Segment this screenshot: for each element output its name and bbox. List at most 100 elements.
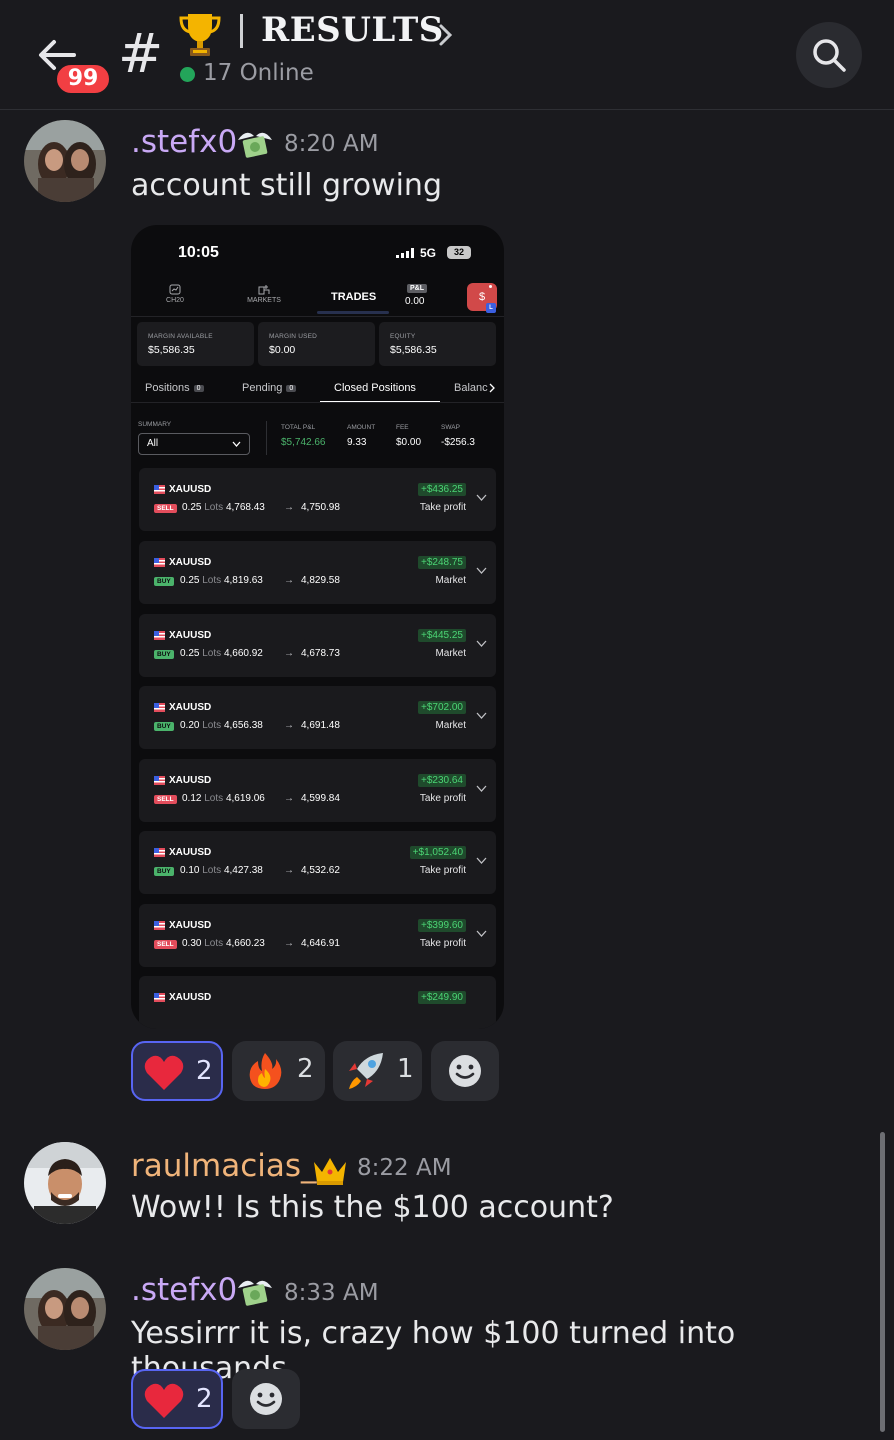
chevron-right-icon[interactable]	[489, 383, 496, 393]
scrollbar[interactable]	[880, 1132, 885, 1432]
trade-side-badge: SELL	[154, 504, 177, 513]
tab-trades[interactable]: TRADES	[331, 291, 376, 303]
amount-value: 9.33	[347, 437, 367, 448]
avatar[interactable]	[24, 1268, 106, 1350]
arrow-right-icon: →	[284, 502, 294, 513]
lots-unit: Lots	[202, 575, 222, 586]
trade-row[interactable]: XAUUSD BUY 0.25 Lots 4,819.63 → 4,829.58…	[139, 541, 496, 604]
chevron-down-icon	[232, 441, 241, 447]
trade-pl: +$436.25	[418, 483, 466, 496]
search-button[interactable]	[796, 22, 862, 88]
reaction-heart[interactable]: 2	[131, 1369, 223, 1429]
arrow-right-icon: →	[284, 648, 294, 659]
battery-level: 32	[447, 246, 471, 259]
message-timestamp: 8:20 AM	[284, 131, 379, 157]
close-reason: Take profit	[419, 502, 466, 513]
trade-row[interactable]: XAUUSD SELL 0.30 Lots 4,660.23 → 4,646.9…	[139, 904, 496, 967]
trade-symbol: XAUUSD	[169, 702, 212, 713]
trade-row[interactable]: XAUUSD BUY 0.10 Lots 4,427.38 → 4,532.62…	[139, 831, 496, 894]
trade-pl: +$399.60	[418, 919, 466, 932]
metric-label: EQUITY	[390, 333, 416, 340]
reaction-fire[interactable]: 2	[232, 1041, 325, 1101]
channel-title[interactable]: RESULTS	[261, 10, 444, 50]
tab-ch20[interactable]: CH20	[164, 284, 186, 304]
money-wings-icon	[238, 132, 272, 158]
subtab-balance[interactable]: Balanc	[454, 382, 488, 394]
heart-icon	[144, 1383, 184, 1418]
us-flag-icon	[154, 993, 165, 1002]
avatar[interactable]	[24, 1142, 106, 1224]
lots-unit: Lots	[204, 502, 224, 513]
trade-side-badge: SELL	[154, 795, 177, 804]
network-type: 5G	[420, 246, 437, 260]
chevron-down-icon[interactable]	[476, 494, 487, 501]
reaction-heart[interactable]: 2	[131, 1041, 223, 1101]
fee-value: $0.00	[396, 437, 422, 448]
trade-lots: 0.25 Lots 4,660.92	[180, 648, 263, 659]
summary-select[interactable]: All	[138, 433, 250, 455]
add-reaction-button[interactable]	[431, 1041, 499, 1101]
lots-value: 0.10	[180, 865, 200, 876]
close-reason: Market	[435, 648, 466, 659]
open-price: 4,660.23	[225, 938, 265, 949]
chevron-down-icon[interactable]	[476, 567, 487, 574]
close-price: 4,750.98	[301, 502, 340, 513]
chevron-right-icon[interactable]	[436, 22, 456, 48]
notification-dot	[487, 283, 494, 290]
trade-pl: +$249.90	[418, 991, 466, 1004]
us-flag-icon	[154, 921, 165, 930]
reaction-rocket[interactable]: 1	[333, 1041, 422, 1101]
tab-markets[interactable]: MARKETS	[244, 284, 284, 304]
trade-row[interactable]: XAUUSD +$249.90	[139, 976, 496, 1029]
close-reason: Take profit	[419, 865, 466, 876]
divider	[131, 402, 504, 403]
metric-label: MARGIN USED	[269, 333, 318, 340]
chevron-down-icon[interactable]	[476, 640, 487, 647]
metric-value: $0.00	[269, 344, 296, 356]
message-username[interactable]: .stefx0	[131, 124, 237, 160]
message-timestamp: 8:33 AM	[284, 1280, 379, 1306]
avatar[interactable]	[24, 120, 106, 202]
reaction-count: 2	[196, 1384, 213, 1414]
open-price: 4,656.38	[223, 720, 263, 731]
close-reason: Market	[435, 720, 466, 731]
avatar-stefx0-image	[24, 120, 106, 202]
message-username[interactable]: .stefx0	[131, 1272, 237, 1308]
arrow-right-icon: →	[284, 720, 294, 731]
lots-unit: Lots	[202, 648, 222, 659]
trade-symbol: XAUUSD	[169, 775, 212, 786]
us-flag-icon	[154, 848, 165, 857]
avatar-raulmacias-image	[24, 1142, 106, 1224]
trade-side-badge: BUY	[154, 577, 174, 586]
chevron-down-icon[interactable]	[476, 712, 487, 719]
subtab-positions[interactable]: Positions 0	[145, 382, 204, 394]
message-username[interactable]: raulmacias_	[131, 1148, 317, 1184]
subtab-closed-positions[interactable]: Closed Positions	[334, 382, 416, 394]
trade-row[interactable]: XAUUSD SELL 0.25 Lots 4,768.43 → 4,750.9…	[139, 468, 496, 531]
rocket-icon	[349, 1053, 383, 1089]
summary-selected-value: All	[147, 438, 159, 449]
open-price: 4,768.43	[225, 502, 265, 513]
chevron-down-icon[interactable]	[476, 930, 487, 937]
chevron-down-icon[interactable]	[476, 785, 487, 792]
online-status-dot	[180, 67, 195, 82]
chevron-down-icon[interactable]	[476, 857, 487, 864]
trade-row[interactable]: XAUUSD BUY 0.20 Lots 4,656.38 → 4,691.48…	[139, 686, 496, 749]
pl-value: 0.00	[405, 296, 425, 307]
total-pl-value: $5,742.66	[281, 437, 326, 448]
lots-value: 0.20	[180, 720, 200, 731]
margin-used-card: MARGIN USED $0.00	[258, 322, 375, 366]
add-reaction-button[interactable]	[232, 1369, 300, 1429]
divider	[131, 316, 504, 317]
trade-row[interactable]: XAUUSD BUY 0.25 Lots 4,660.92 → 4,678.73…	[139, 614, 496, 677]
us-flag-icon	[154, 776, 165, 785]
trade-row[interactable]: XAUUSD SELL 0.12 Lots 4,619.06 → 4,599.8…	[139, 759, 496, 822]
add-reaction-icon	[449, 1055, 481, 1087]
trade-symbol: XAUUSD	[169, 557, 212, 568]
attached-screenshot[interactable]: 10:05 5G 32 CH20 MARKETS TRADES P&L 0.00…	[131, 225, 504, 1029]
close-reason: Market	[435, 575, 466, 586]
swap-value: -$256.3	[441, 437, 475, 448]
subtab-pending[interactable]: Pending 0	[242, 382, 297, 394]
lots-value: 0.12	[182, 793, 202, 804]
account-type-badge: L	[486, 303, 496, 313]
